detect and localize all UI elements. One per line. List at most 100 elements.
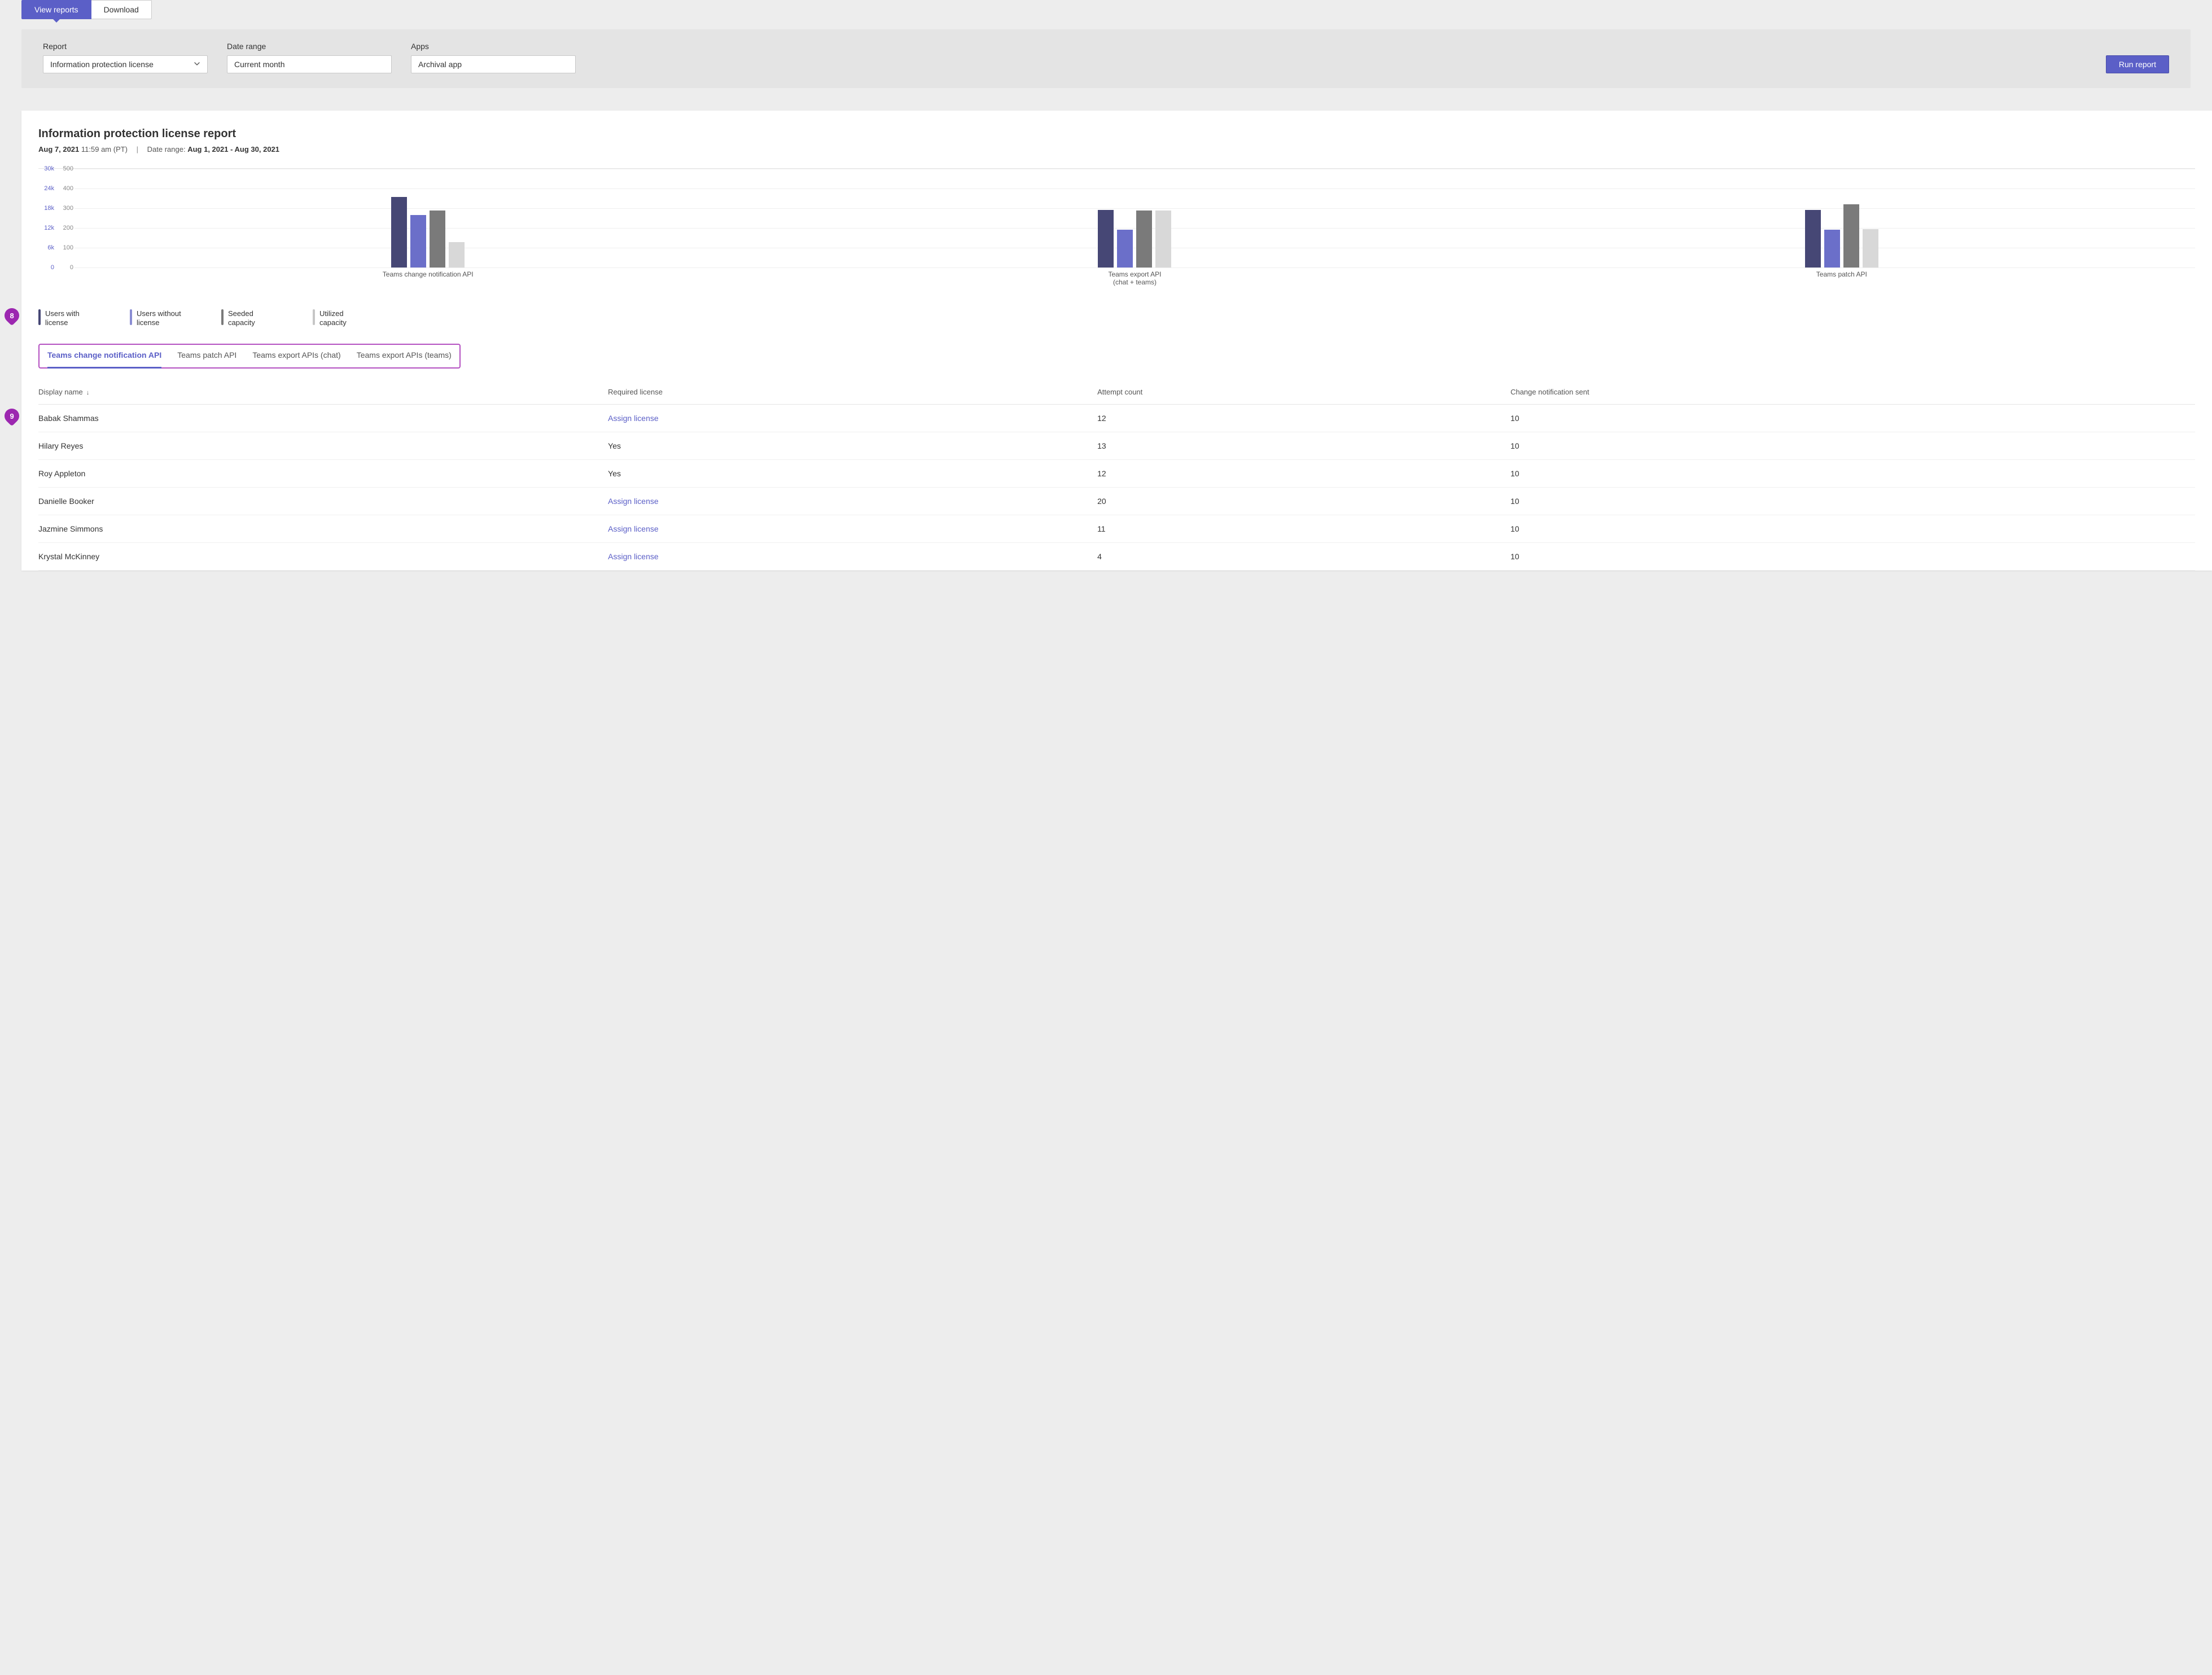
- y-tick-primary: 24k: [38, 185, 54, 192]
- table-header[interactable]: Change notification sent: [1510, 380, 2195, 405]
- legend-item-users-with-license: Users with license: [38, 309, 96, 327]
- chart-cluster: Teams export API(chat + teams): [781, 169, 1488, 268]
- cell-attempt-count: 4: [1097, 543, 1510, 571]
- subtab[interactable]: Teams change notification API: [47, 350, 161, 369]
- cell-display-name: Babak Shammas: [38, 405, 608, 432]
- cell-required-license: Yes: [608, 460, 1097, 488]
- report-date-range-prefix: Date range:: [147, 145, 188, 154]
- chart-cluster: Teams change notification API: [75, 169, 781, 268]
- cell-change-notification-sent: 10: [1510, 460, 2195, 488]
- legend-label: Seeded capacity: [228, 309, 279, 327]
- cell-display-name: Danielle Booker: [38, 488, 608, 515]
- date-range-label: Date range: [227, 42, 392, 51]
- table-header[interactable]: Attempt count: [1097, 380, 1510, 405]
- cell-change-notification-sent: 10: [1510, 405, 2195, 432]
- report-select[interactable]: Information protection license: [43, 55, 208, 73]
- cell-display-name: Hilary Reyes: [38, 432, 608, 460]
- legend-label: Utilized capacity: [319, 309, 370, 327]
- chart-bar: [1843, 204, 1859, 268]
- legend-swatch: [38, 309, 41, 325]
- chart-clusters: Teams change notification APITeams expor…: [75, 169, 2195, 268]
- y-tick-primary: 30k: [38, 165, 54, 172]
- tab-download[interactable]: Download: [91, 0, 152, 19]
- run-report-button[interactable]: Run report: [2106, 55, 2169, 73]
- legend-label: Users with license: [45, 309, 96, 327]
- cell-change-notification-sent: 10: [1510, 432, 2195, 460]
- cell-display-name: Krystal McKinney: [38, 543, 608, 571]
- report-select-value: Information protection license: [50, 60, 154, 69]
- chart-bar: [1117, 230, 1133, 268]
- chevron-down-icon: [194, 60, 200, 69]
- cell-display-name: Jazmine Simmons: [38, 515, 608, 543]
- y-tick-primary: 12k: [38, 225, 54, 231]
- table-row: Babak ShammasAssign license1210: [38, 405, 2195, 432]
- table-row: Danielle BookerAssign license2010: [38, 488, 2195, 515]
- y-tick-primary: 0: [38, 264, 54, 271]
- cell-attempt-count: 12: [1097, 460, 1510, 488]
- tab-view-reports[interactable]: View reports: [21, 0, 91, 19]
- chart-bar: [449, 242, 465, 268]
- table-row: Jazmine SimmonsAssign license1110: [38, 515, 2195, 543]
- y-tick-primary: 6k: [38, 244, 54, 251]
- table-header[interactable]: Display name↓: [38, 380, 608, 405]
- cell-required-license: Yes: [608, 432, 1097, 460]
- report-label: Report: [43, 42, 208, 51]
- cell-attempt-count: 20: [1097, 488, 1510, 515]
- apps-select[interactable]: Archival app: [411, 55, 576, 73]
- cell-attempt-count: 11: [1097, 515, 1510, 543]
- apps-value: Archival app: [418, 60, 462, 69]
- chart-bar: [1805, 210, 1821, 268]
- cell-attempt-count: 13: [1097, 432, 1510, 460]
- assign-license-link[interactable]: Assign license: [608, 405, 1097, 432]
- data-table: Display name↓Required licenseAttempt cou…: [21, 369, 2212, 571]
- legend-swatch: [313, 309, 315, 325]
- date-range-select[interactable]: Current month: [227, 55, 392, 73]
- legend-item-users-without-license: Users without license: [130, 309, 187, 327]
- subtab[interactable]: Teams patch API: [177, 350, 236, 364]
- subtabs: Teams change notification API Teams patch…: [38, 344, 461, 369]
- chart-bar: [410, 215, 426, 268]
- cell-attempt-count: 12: [1097, 405, 1510, 432]
- y-tick-secondary: 400: [58, 185, 73, 192]
- cell-change-notification-sent: 10: [1510, 488, 2195, 515]
- subtab[interactable]: Teams export APIs (teams): [357, 350, 452, 364]
- legend-swatch: [130, 309, 132, 325]
- date-range-value: Current month: [234, 60, 284, 69]
- legend-label: Users without license: [137, 309, 187, 327]
- legend-item-utilized-capacity: Utilized capacity: [313, 309, 370, 327]
- chart-bar: [1824, 230, 1840, 268]
- chart-bar: [1863, 229, 1878, 268]
- y-tick-secondary: 300: [58, 205, 73, 212]
- table-header[interactable]: Required license: [608, 380, 1097, 405]
- chart-legend: 8 Users with license Users without licen…: [21, 281, 2212, 337]
- chart-category-label: Teams change notification API: [371, 270, 484, 278]
- report-card: Information protection license report Au…: [21, 111, 2212, 571]
- apps-label: Apps: [411, 42, 576, 51]
- chart-cluster: Teams patch API: [1488, 169, 2195, 268]
- report-timestamp-time: 11:59 am (PT): [81, 145, 128, 154]
- assign-license-link[interactable]: Assign license: [608, 515, 1097, 543]
- y-tick-primary: 18k: [38, 205, 54, 212]
- y-tick-secondary: 0: [58, 264, 73, 271]
- chart-bar: [430, 211, 445, 268]
- subtab[interactable]: Teams export APIs (chat): [252, 350, 340, 364]
- cell-change-notification-sent: 10: [1510, 543, 2195, 571]
- filters-bar: Report Information protection license Da…: [21, 29, 2191, 88]
- legend-swatch: [221, 309, 224, 325]
- callout-badge-9: 9: [2, 406, 23, 427]
- table-row: Roy AppletonYes1210: [38, 460, 2195, 488]
- y-tick-secondary: 200: [58, 225, 73, 231]
- callout-badge-8: 8: [2, 305, 23, 326]
- assign-license-link[interactable]: Assign license: [608, 488, 1097, 515]
- report-title: Information protection license report: [38, 128, 2195, 141]
- y-tick-secondary: 100: [58, 244, 73, 251]
- cell-display-name: Roy Appleton: [38, 460, 608, 488]
- cell-change-notification-sent: 10: [1510, 515, 2195, 543]
- report-timestamp-date: Aug 7, 2021: [38, 145, 79, 154]
- table-row: Hilary ReyesYes1310: [38, 432, 2195, 460]
- top-tabs: View reports Download: [0, 0, 2212, 19]
- chart-category-label: Teams patch API: [1785, 270, 1898, 278]
- report-meta: Aug 7, 2021 11:59 am (PT) | Date range: …: [38, 145, 2195, 154]
- assign-license-link[interactable]: Assign license: [608, 543, 1097, 571]
- sort-arrow-icon: ↓: [86, 389, 90, 396]
